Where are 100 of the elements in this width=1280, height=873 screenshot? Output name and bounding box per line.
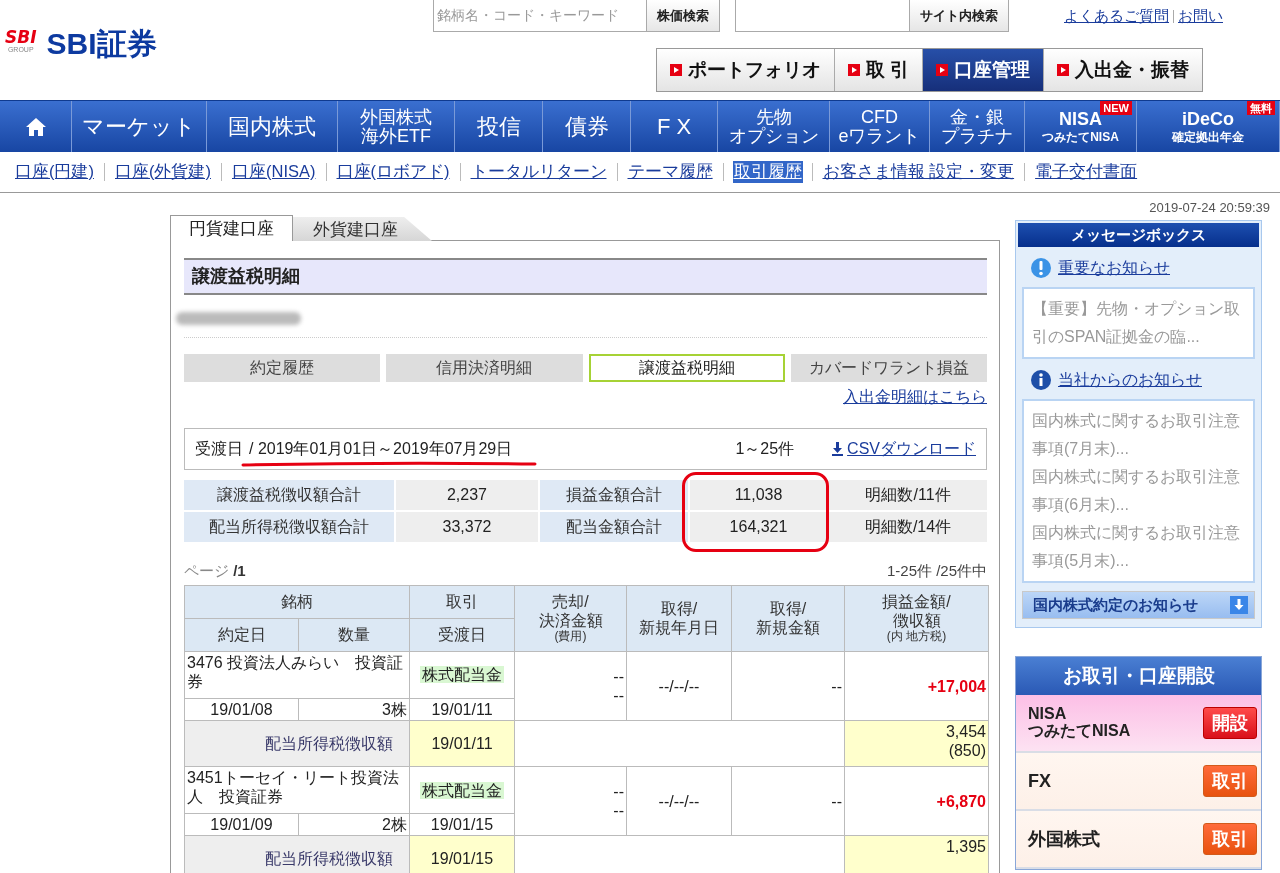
logo-mark: SBI [5,29,37,46]
table-cell: -- [731,766,845,836]
sub-nav-link[interactable]: 取引履歴 [732,161,803,183]
nav-tab[interactable]: マーケット [72,101,207,152]
open-account-button[interactable]: 開設 [1203,707,1257,739]
summary-value: 33,372 [396,512,538,542]
column-header: 損益金額/ 徴収額 (内 地方税) [844,585,989,652]
sub-nav-link[interactable]: 口座(ロボアド) [335,161,451,183]
nav-tab[interactable]: 金・銀 プラチナ [930,101,1025,152]
summary-value: 2,237 [396,480,538,510]
home-icon [24,116,47,137]
panel-title: お取引・口座開設 [1016,657,1261,695]
arrow-square-icon [1057,64,1070,76]
quick-nav-button[interactable]: ポートフォリオ [657,49,835,91]
item-count: 1-25件 /25件中 [886,562,987,581]
deposit-link[interactable]: 入出金明細はこちら [843,388,987,405]
summary-value: 明細数/14件 [829,512,987,542]
table-cell: --/--/-- [626,651,732,721]
notice-link[interactable]: 当社からのお知らせ [1058,369,1202,391]
sub-nav-link[interactable]: テーマ履歴 [626,161,714,183]
sub-nav-link[interactable]: トータルリターン [469,161,608,183]
summary-label: 配当所得税徴収額合計 [184,512,394,542]
service-name: FX [1028,771,1051,791]
report-tab[interactable]: カバードワラント損益 [790,354,987,382]
download-icon [832,442,844,456]
table-cell: 19/01/15 [409,835,515,873]
nav-tab[interactable]: F X [631,101,718,152]
table-cell: 1,395 [844,835,989,873]
service-name: 外国株式 [1028,829,1100,849]
table-cell: 19/01/09 [184,813,299,836]
table-cell: --/--/-- [626,766,732,836]
summary-value: 11,038 [690,480,827,510]
table-cell: +17,004 [844,651,989,721]
sub-nav-link[interactable]: 口座(円建) [14,161,95,183]
report-tab[interactable]: 信用決済明細 [386,354,583,382]
service-name: NISA つみたてNISA [1028,706,1131,740]
search-field[interactable]: 銘柄名・コード・キーワード [433,0,647,32]
summary-label: 配当金額合計 [540,512,688,542]
notice-bar-label: 国内株式約定のお知らせ [1033,595,1198,615]
help-link[interactable]: よくあるご質問 [1064,7,1169,26]
nav-tab[interactable]: 債券 [543,101,631,152]
date-range: / 2019年01月01日～2019年07月29日 [249,439,513,457]
quick-nav-button[interactable]: 口座管理 [923,49,1045,91]
summary-label: 譲渡益税徴収額合計 [184,480,394,510]
report-tab[interactable]: 譲渡益税明細 [588,354,785,382]
column-header: 取引 [409,585,515,619]
summary-value: 164,321 [690,512,827,542]
quick-nav-button[interactable]: 取 引 [835,49,924,91]
table-cell: 3476 投資法人みらい 投資証券 [184,651,410,699]
nav-tab[interactable]: 国内株式 [207,101,338,152]
trade-type-label: 株式配当金 [420,781,504,799]
section-title: 譲渡益税明細 [184,258,987,295]
table-cell: 3451トーセイ・リート投資法人 投資証券 [184,766,410,814]
column-header: 数量 [298,618,410,652]
table-cell: -- [731,651,845,721]
notice-link[interactable]: 重要なお知らせ [1058,257,1170,279]
result-range: 1～25件 [735,438,795,459]
summary-label: 損益金額合計 [540,480,688,510]
column-header: 約定日 [184,618,299,652]
table-cell: 3,454 (850) [844,720,989,767]
page-indicator: ページ /1 [184,562,246,581]
column-header: 売却/ 決済金額 (費用) [514,585,627,652]
search-field[interactable] [735,0,910,32]
csv-download-link[interactable]: CSVダウンロード [832,438,976,460]
nav-badge: NEW [1100,101,1132,115]
timestamp: 2019-07-24 20:59:39 [1149,200,1270,215]
trade-type-label: 株式配当金 [420,666,504,684]
table-cell: 配当所得税徴収額 [184,835,410,873]
info-circle-icon [1030,369,1052,391]
nav-tab[interactable]: CFD eワラント [830,101,930,152]
table-cell: 19/01/08 [184,698,299,721]
stock-search-button[interactable]: 株価検索 [647,0,720,32]
column-header: 取得/ 新規金額 [731,585,845,652]
arrow-square-icon [936,64,949,76]
notice-bar[interactable]: 国内株式約定のお知らせ [1022,591,1255,619]
table-cell: 配当所得税徴収額 [184,720,410,767]
nav-badge: 無料 [1247,101,1275,115]
account-tab[interactable]: 円貨建口座 [170,215,293,241]
panel-title: メッセージボックス [1018,223,1259,247]
table-cell: +6,870 [844,766,989,836]
sub-nav-link[interactable]: 口座(外貨建) [114,161,212,183]
column-header: 銘柄 [184,585,410,619]
arrow-square-icon [670,64,682,76]
sub-nav-link[interactable]: お客さま情報 設定・変更 [821,161,1016,183]
table-cell: -- -- [514,766,627,836]
nav-tab[interactable]: 外国株式 海外ETF [338,101,455,152]
table-cell: 19/01/11 [409,720,515,767]
sub-nav-link[interactable]: 口座(NISA) [231,161,317,183]
account-tab[interactable]: 外貨建口座 [293,217,432,241]
arrow-square-icon [848,64,860,76]
site-search-button[interactable]: サイト内検索 [910,0,1009,32]
sub-nav-link[interactable]: 電子交付書面 [1034,161,1139,183]
help-link[interactable]: お問い [1178,7,1223,26]
table-cell: -- -- [514,651,627,721]
nav-tab[interactable]: 先物 オプション [718,101,830,152]
report-tab[interactable]: 約定履歴 [184,354,381,382]
exclamation-circle-icon [1030,257,1052,279]
column-header: 取得/ 新規年月日 [626,585,732,652]
logo-text: SBI証券 [46,26,157,62]
nav-tab[interactable]: 投信 [455,101,543,152]
